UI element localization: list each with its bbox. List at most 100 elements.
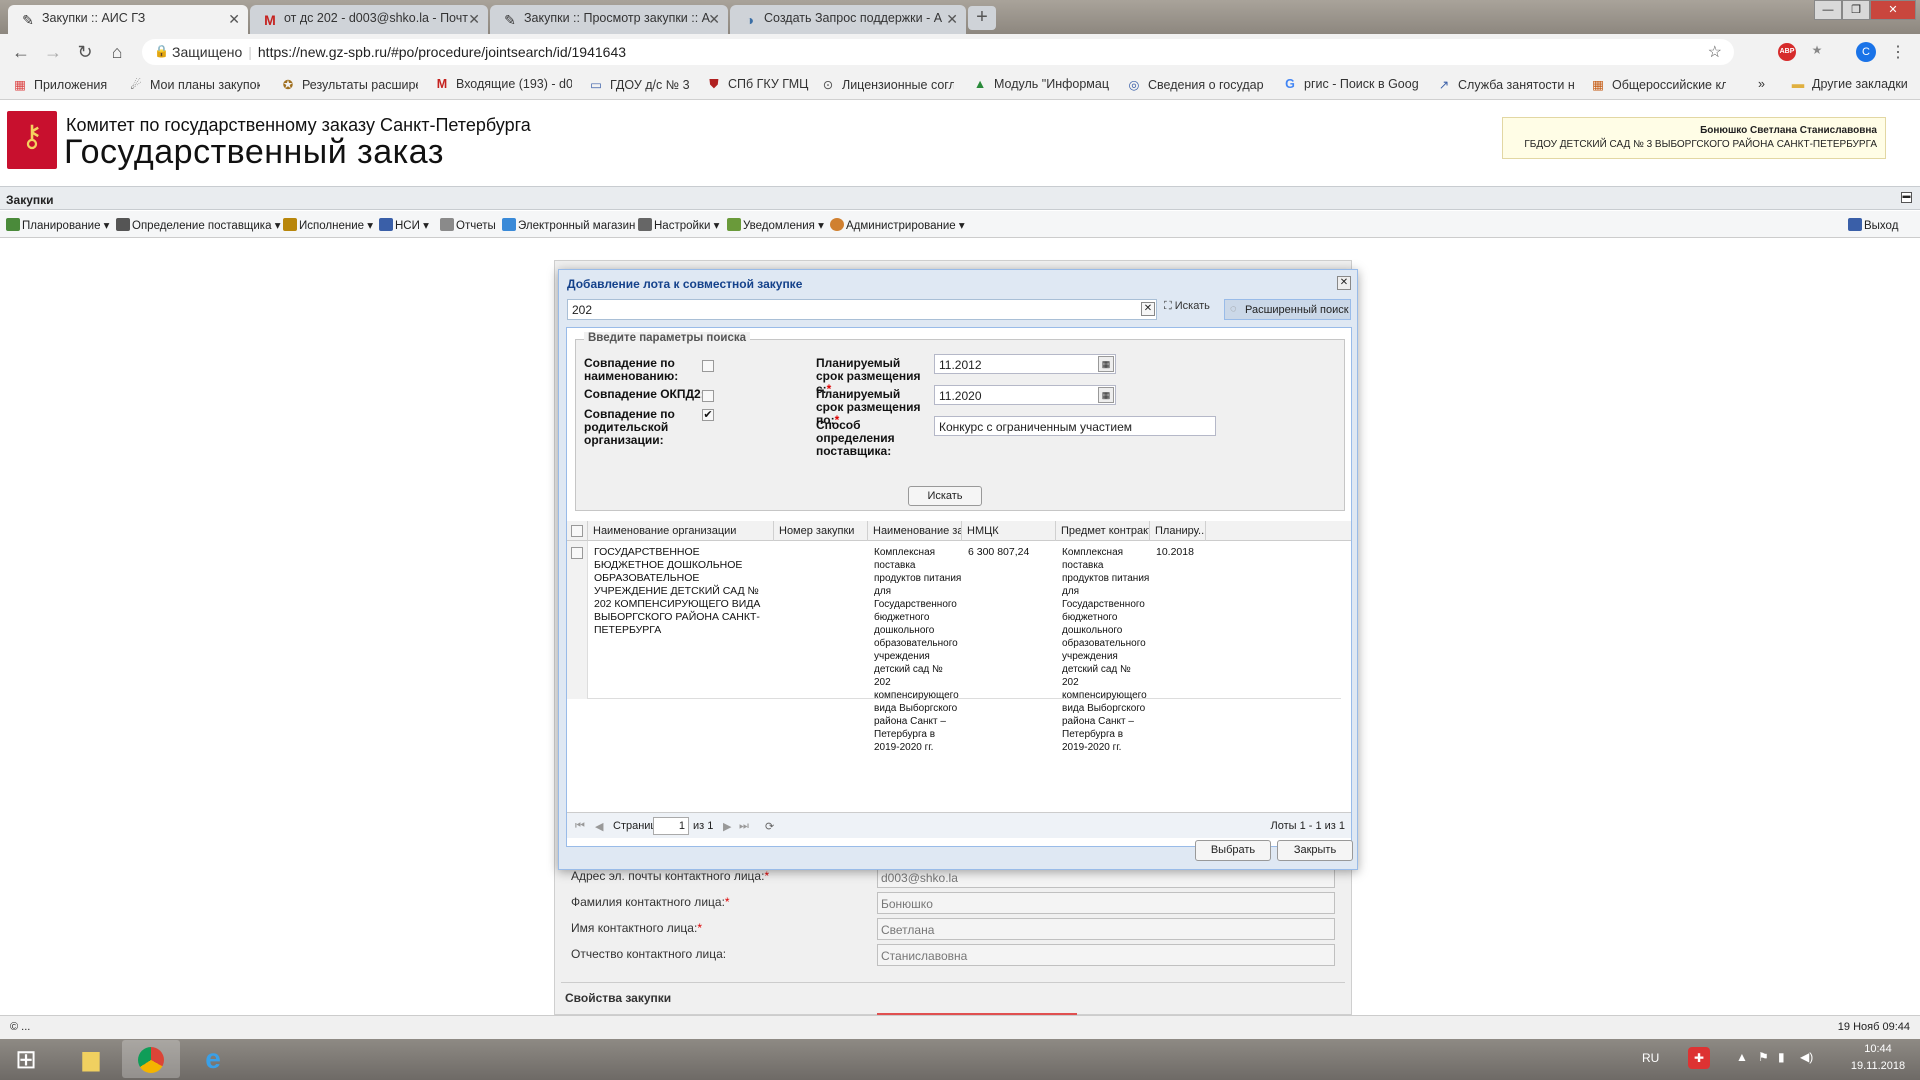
forward-icon[interactable]: → <box>42 42 64 63</box>
table-row[interactable]: ГОСУДАРСТВЕННОЕ БЮДЖЕТНОЕ ДОШКОЛЬНОЕ ОБР… <box>567 541 1341 753</box>
dialog-close-icon[interactable]: ✕ <box>1337 276 1351 290</box>
search-input[interactable]: 202 <box>567 299 1157 320</box>
match-name-checkbox[interactable] <box>702 360 714 372</box>
back-icon[interactable]: ← <box>10 42 32 63</box>
match-parent-checkbox[interactable]: ✔ <box>702 409 714 421</box>
menu-execution[interactable]: Исполнение ▾ <box>283 218 373 232</box>
site-title: Государственный заказ <box>64 133 444 171</box>
bookmark-star-icon[interactable]: ☆ <box>1708 42 1722 62</box>
select-all-checkbox[interactable] <box>571 525 583 537</box>
contact-lastname-field[interactable]: Бонюшко <box>877 892 1335 914</box>
mail-icon <box>727 218 741 231</box>
col-header-org[interactable]: Наименование организации <box>588 521 774 541</box>
bookmark-other[interactable]: ▬ Другие закладки <box>1790 77 1908 91</box>
chrome-icon[interactable] <box>122 1040 180 1078</box>
bookmark-label: СПб ГКУ ГМЦ <box>728 77 809 91</box>
menu-nsi[interactable]: НСИ ▾ <box>379 218 429 232</box>
tab-close-icon[interactable]: ✕ <box>468 11 480 28</box>
menu-notifications[interactable]: Уведомления ▾ <box>727 218 824 232</box>
bookmark-item[interactable]: ▲ Модуль "Информац <box>972 77 1110 91</box>
bookmark-item[interactable]: ▭ ГДОУ д/с № 3 <box>588 77 696 92</box>
calendar-icon[interactable]: ▦ <box>1098 387 1114 403</box>
close-window-button[interactable]: ✕ <box>1870 0 1916 20</box>
tab-close-icon[interactable]: ✕ <box>708 11 720 28</box>
contact-firstname-field[interactable]: Светлана <box>877 918 1335 940</box>
menu-supplier-determination[interactable]: Определение поставщика ▾ <box>116 218 280 232</box>
calendar-icon[interactable]: ▦ <box>1098 356 1114 372</box>
bookmark-item[interactable]: ▦ Общероссийские кл <box>1590 77 1726 92</box>
menu-reports[interactable]: Отчеты <box>440 218 496 232</box>
col-header-subject[interactable]: Предмет контракта <box>1056 521 1150 541</box>
bookmark-item[interactable]: Gргис - Поиск в Goog <box>1282 77 1418 91</box>
exit-button[interactable]: Выход <box>1848 218 1898 232</box>
period-from-field[interactable]: 11.2012 ▦ <box>934 354 1116 374</box>
home-icon[interactable]: ⌂ <box>106 42 128 63</box>
dialog-title: Добавление лота к совместной закупке <box>567 277 803 291</box>
match-okpd-checkbox[interactable] <box>702 390 714 402</box>
bookmark-item[interactable]: ⊙ Лицензионные согл <box>820 77 954 92</box>
bookmark-label: ГДОУ д/с № 3 <box>610 78 690 92</box>
bookmark-apps[interactable]: ▦ Приложения <box>12 77 112 92</box>
menu-administration[interactable]: Администрирование ▾ <box>830 218 965 232</box>
input-language[interactable]: RU <box>1642 1051 1659 1065</box>
close-button[interactable]: Закрыть <box>1277 840 1353 861</box>
tab-close-icon[interactable]: ✕ <box>946 11 958 28</box>
col-header-number[interactable]: Номер закупки <box>774 521 868 541</box>
tab-close-icon[interactable]: ✕ <box>228 11 240 28</box>
browser-tab[interactable]: ✎ Закупки :: Просмотр закупки :: А ✕ <box>490 5 728 34</box>
bookmark-item[interactable]: ↗ Служба занятости н <box>1436 77 1574 92</box>
reload-icon[interactable]: ↻ <box>74 42 96 63</box>
find-button[interactable]: Искать <box>908 486 982 506</box>
bookmark-item[interactable]: ◎ Сведения о государ <box>1126 77 1266 92</box>
file-explorer-icon[interactable]: ▆ <box>62 1040 120 1078</box>
profile-avatar[interactable]: C <box>1856 42 1876 62</box>
minimize-window-button[interactable]: — <box>1814 0 1842 20</box>
browser-tab[interactable]: M от дс 202 - d003@shko.la - Почт ✕ <box>250 5 488 34</box>
col-header-planned[interactable]: Планиру... <box>1150 521 1206 541</box>
bookmark-item[interactable]: ✪ Результаты расшире <box>280 77 418 92</box>
prev-page-icon[interactable]: ◀ <box>595 820 603 833</box>
volume-icon[interactable]: ◀) <box>1800 1050 1813 1064</box>
more-bookmarks-chevron-icon[interactable]: » <box>1758 77 1765 91</box>
clear-search-icon[interactable]: ✕ <box>1141 302 1155 316</box>
network-icon[interactable]: ▮ <box>1778 1050 1785 1064</box>
clock-date[interactable]: 19.11.2018 <box>1836 1060 1920 1072</box>
start-orb-icon[interactable]: ⊞ <box>0 1040 52 1078</box>
col-header-name[interactable]: Наименование за... <box>868 521 962 541</box>
collapse-icon[interactable]: ▬ <box>1901 192 1912 203</box>
extension-icon[interactable]: ★ <box>1808 43 1826 61</box>
tray-app-icon[interactable]: ✚ <box>1688 1047 1710 1069</box>
row-checkbox[interactable] <box>571 547 583 559</box>
menu-planning[interactable]: Планирование ▾ <box>6 218 109 232</box>
search-button[interactable]: ⛶ Искать <box>1164 300 1210 313</box>
adblock-icon[interactable]: ABP <box>1778 43 1796 61</box>
browser-tab[interactable]: ◑ Создать Запрос поддержки - А ✕ <box>730 5 966 34</box>
internet-explorer-icon[interactable]: e <box>184 1040 242 1078</box>
bookmark-favicon-icon: ⊙ <box>822 78 834 92</box>
menu-settings[interactable]: Настройки ▾ <box>638 218 719 232</box>
advanced-search-button[interactable]: ◌ Расширенный поиск <box>1224 299 1351 320</box>
omnibox[interactable]: 🔒 Защищено | https://new.gz-spb.ru/#po/pro… <box>142 39 1734 65</box>
next-page-icon[interactable]: ▶ <box>723 820 731 833</box>
browser-tab[interactable]: ✎ Закупки :: АИС ГЗ ✕ <box>8 5 248 34</box>
bookmark-item[interactable]: ⛊ СПб ГКУ ГМЦ <box>706 77 816 92</box>
refresh-icon[interactable]: ⟳ <box>765 820 774 833</box>
bookmark-item[interactable]: M Входящие (193) - d0 <box>434 77 572 91</box>
contact-patronymic-field[interactable]: Станиславовна <box>877 944 1335 966</box>
select-button[interactable]: Выбрать <box>1195 840 1271 861</box>
menu-e-shop[interactable]: Электронный магазин <box>502 218 635 232</box>
method-field[interactable]: Конкурс с ограниченным участием <box>934 416 1216 436</box>
first-page-icon[interactable]: ⏮ <box>575 820 585 833</box>
new-tab-button[interactable]: + <box>968 6 996 30</box>
menu-kebab-icon[interactable]: ⋮ <box>1890 42 1906 62</box>
bookmark-item[interactable]: ☄ Мои планы закупок <box>128 77 260 92</box>
period-to-field[interactable]: 11.2020 ▦ <box>934 385 1116 405</box>
clock-time[interactable]: 10:44 <box>1848 1043 1908 1055</box>
restore-window-button[interactable]: ❐ <box>1842 0 1870 20</box>
page-number-input[interactable]: 1 <box>653 817 689 835</box>
last-page-icon[interactable]: ⏭ <box>739 820 749 833</box>
action-center-icon[interactable]: ⚑ <box>1758 1050 1769 1064</box>
tray-expand-icon[interactable]: ▲ <box>1736 1050 1748 1064</box>
bookmark-favicon-icon: ☄ <box>130 78 142 92</box>
col-header-nmck[interactable]: НМЦК <box>962 521 1056 541</box>
